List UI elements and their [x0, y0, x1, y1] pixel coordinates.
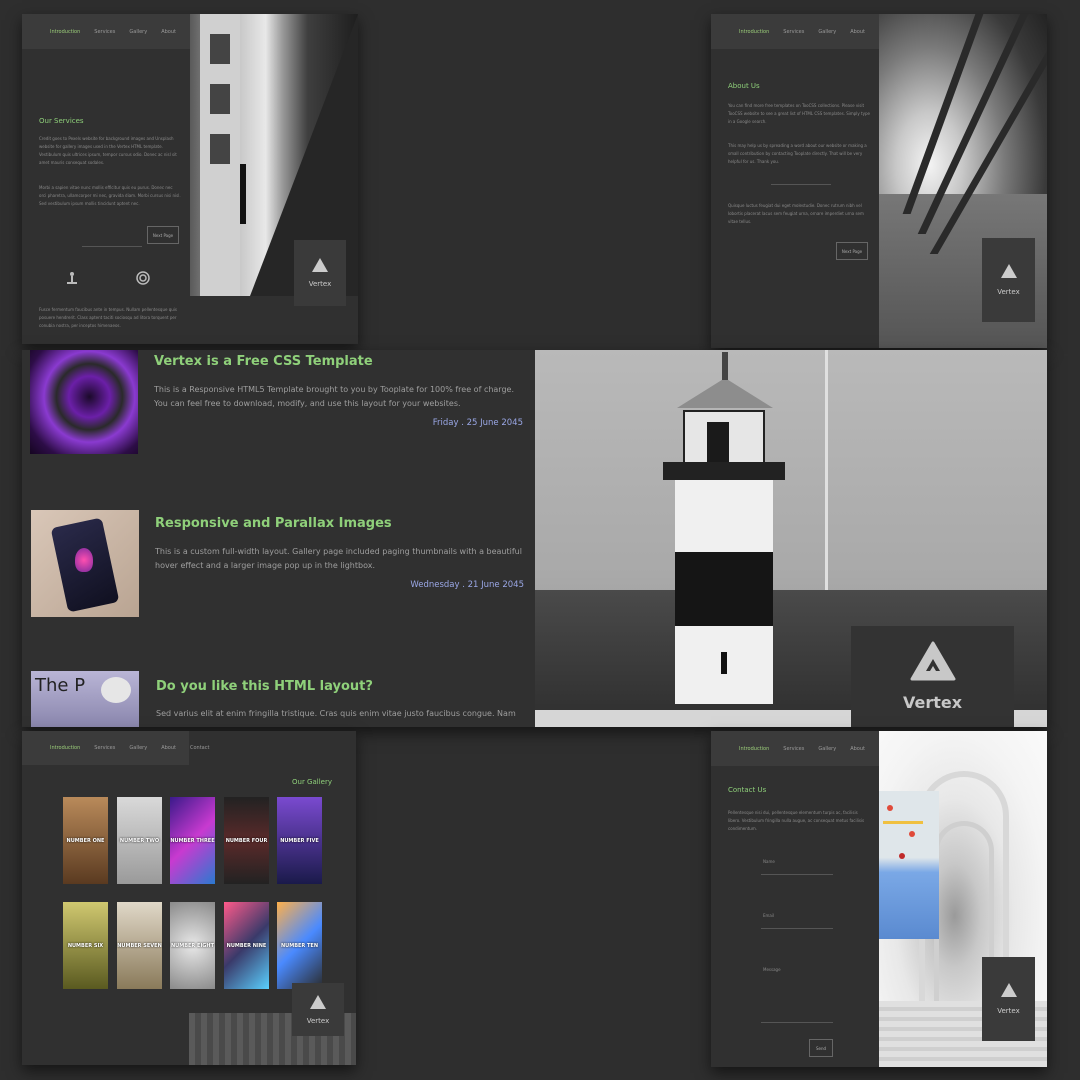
map-widget[interactable] [879, 791, 939, 939]
article-2-body: This is a custom full-width layout. Gall… [155, 547, 522, 570]
nav-introduction[interactable]: Introduction [739, 746, 769, 752]
name-label: Name [763, 859, 775, 864]
contact-nav: Introduction Services Gallery About Cont… [711, 731, 898, 766]
gallery-nav: Introduction Services Gallery About Cont… [22, 731, 209, 765]
article-2-date: Wednesday . 21 June 2045 [410, 580, 524, 590]
services-para1: Credit goes to Pexels website for backgr… [39, 136, 177, 165]
gallery-item[interactable]: NUMBER THREE [170, 797, 215, 884]
services-title: Our Services [39, 117, 84, 125]
gallery-item[interactable]: NUMBER SIX [63, 902, 108, 989]
article-1-date: Friday . 25 June 2045 [432, 418, 523, 428]
nav-services[interactable]: Services [783, 29, 804, 35]
gallery-item[interactable]: NUMBER ONE [63, 797, 108, 884]
gallery-logo-text: Vertex [306, 1016, 330, 1025]
gallery-item[interactable]: NUMBER FOUR [224, 797, 269, 884]
about-screenshot: Introduction Services Gallery About Cont… [711, 14, 1047, 348]
email-field[interactable] [761, 928, 833, 929]
gallery-logo: Vertex [292, 983, 344, 1036]
services-next-button[interactable]: Next Page [147, 226, 179, 244]
services-icon-1 [66, 270, 78, 284]
article-1-body: This is a Responsive HTML5 Template brou… [154, 385, 514, 408]
about-para2: This may help us by spreading a word abo… [728, 143, 867, 164]
nav-introduction[interactable]: Introduction [739, 29, 769, 35]
services-screenshot: Introduction Services Gallery About Cont… [22, 14, 358, 344]
article-1-title[interactable]: Vertex is a Free CSS Template [154, 354, 373, 369]
vertex-logo-icon [1000, 264, 1017, 278]
robot-thumbnail: The P [31, 671, 139, 727]
vertex-logo-icon [1000, 983, 1017, 997]
nav-gallery[interactable]: Gallery [818, 746, 836, 752]
article-3-thumb-text: The P [35, 675, 86, 696]
nav-contact[interactable]: Contact [190, 745, 209, 751]
contact-screenshot: Introduction Services Gallery About Cont… [711, 731, 1047, 1067]
vertex-logo-icon [312, 258, 328, 272]
nav-about[interactable]: About [850, 29, 865, 35]
nav-about[interactable]: About [161, 29, 176, 35]
message-label: Message [763, 967, 781, 972]
vertex-logo-icon [910, 641, 956, 681]
articles-logo: Vertex [851, 626, 1014, 727]
gallery-item[interactable]: NUMBER SEVEN [117, 902, 162, 989]
email-label: Email [763, 913, 775, 918]
nav-services[interactable]: Services [783, 746, 804, 752]
message-field[interactable] [761, 1022, 833, 1023]
gallery-item[interactable]: NUMBER TWO [117, 797, 162, 884]
lens-thumbnail [30, 350, 138, 454]
nav-services[interactable]: Services [94, 745, 115, 751]
contact-logo-text: Vertex [997, 1007, 1020, 1015]
about-next-button[interactable]: Next Page [836, 242, 868, 260]
about-title: About Us [728, 82, 760, 90]
services-para3: Fusce fermentum faucibus ante in tempus.… [39, 307, 177, 328]
gallery-item[interactable]: NUMBER TEN [277, 902, 322, 989]
nav-introduction[interactable]: Introduction [50, 29, 80, 35]
about-divider [771, 184, 831, 185]
contact-logo: Vertex [982, 957, 1035, 1041]
services-divider [82, 246, 142, 247]
gallery-screenshot: Introduction Services Gallery About Cont… [22, 731, 356, 1065]
nav-gallery[interactable]: Gallery [129, 745, 147, 751]
nav-about[interactable]: About [850, 746, 865, 752]
article-3-title[interactable]: Do you like this HTML layout? [156, 679, 373, 694]
contact-title: Contact Us [728, 786, 767, 794]
services-logo-text: Vertex [308, 280, 332, 288]
services-para2: Morbi a sapien vitae nunc mollis efficit… [39, 185, 181, 206]
nav-gallery[interactable]: Gallery [129, 29, 147, 35]
nav-gallery[interactable]: Gallery [818, 29, 836, 35]
articles-screenshot: Vertex is a Free CSS Template This is a … [22, 350, 1047, 727]
vertex-logo-icon [310, 994, 326, 1009]
nav-about[interactable]: About [161, 745, 176, 751]
gallery-item[interactable]: NUMBER EIGHT [170, 902, 215, 989]
services-icon-2 [136, 270, 150, 285]
contact-intro: Pellentesque nisi dui, pellentesque elem… [728, 810, 865, 831]
nav-services[interactable]: Services [94, 29, 115, 35]
article-2-title[interactable]: Responsive and Parallax Images [155, 516, 392, 531]
gallery-title: Our Gallery [292, 778, 332, 786]
services-logo: Vertex [294, 240, 346, 306]
about-para1: You can find more free templates on TooC… [728, 103, 870, 124]
services-nav: Introduction Services Gallery About Cont… [22, 14, 209, 49]
name-field[interactable] [761, 874, 833, 875]
phone-thumbnail [31, 510, 139, 617]
articles-logo-text: Vertex [902, 693, 963, 712]
article-3-body: Sed varius elit at enim fringilla tristi… [156, 709, 516, 718]
send-button[interactable]: Send [809, 1039, 833, 1057]
about-logo: Vertex [982, 238, 1035, 322]
gallery-item[interactable]: NUMBER NINE [224, 902, 269, 989]
about-para3: Quisque luctus feugiat dui eget molestud… [728, 203, 864, 224]
nav-introduction[interactable]: Introduction [50, 745, 80, 751]
gallery-item[interactable]: NUMBER FIVE [277, 797, 322, 884]
about-nav: Introduction Services Gallery About Cont… [711, 14, 898, 49]
about-logo-text: Vertex [997, 288, 1020, 296]
